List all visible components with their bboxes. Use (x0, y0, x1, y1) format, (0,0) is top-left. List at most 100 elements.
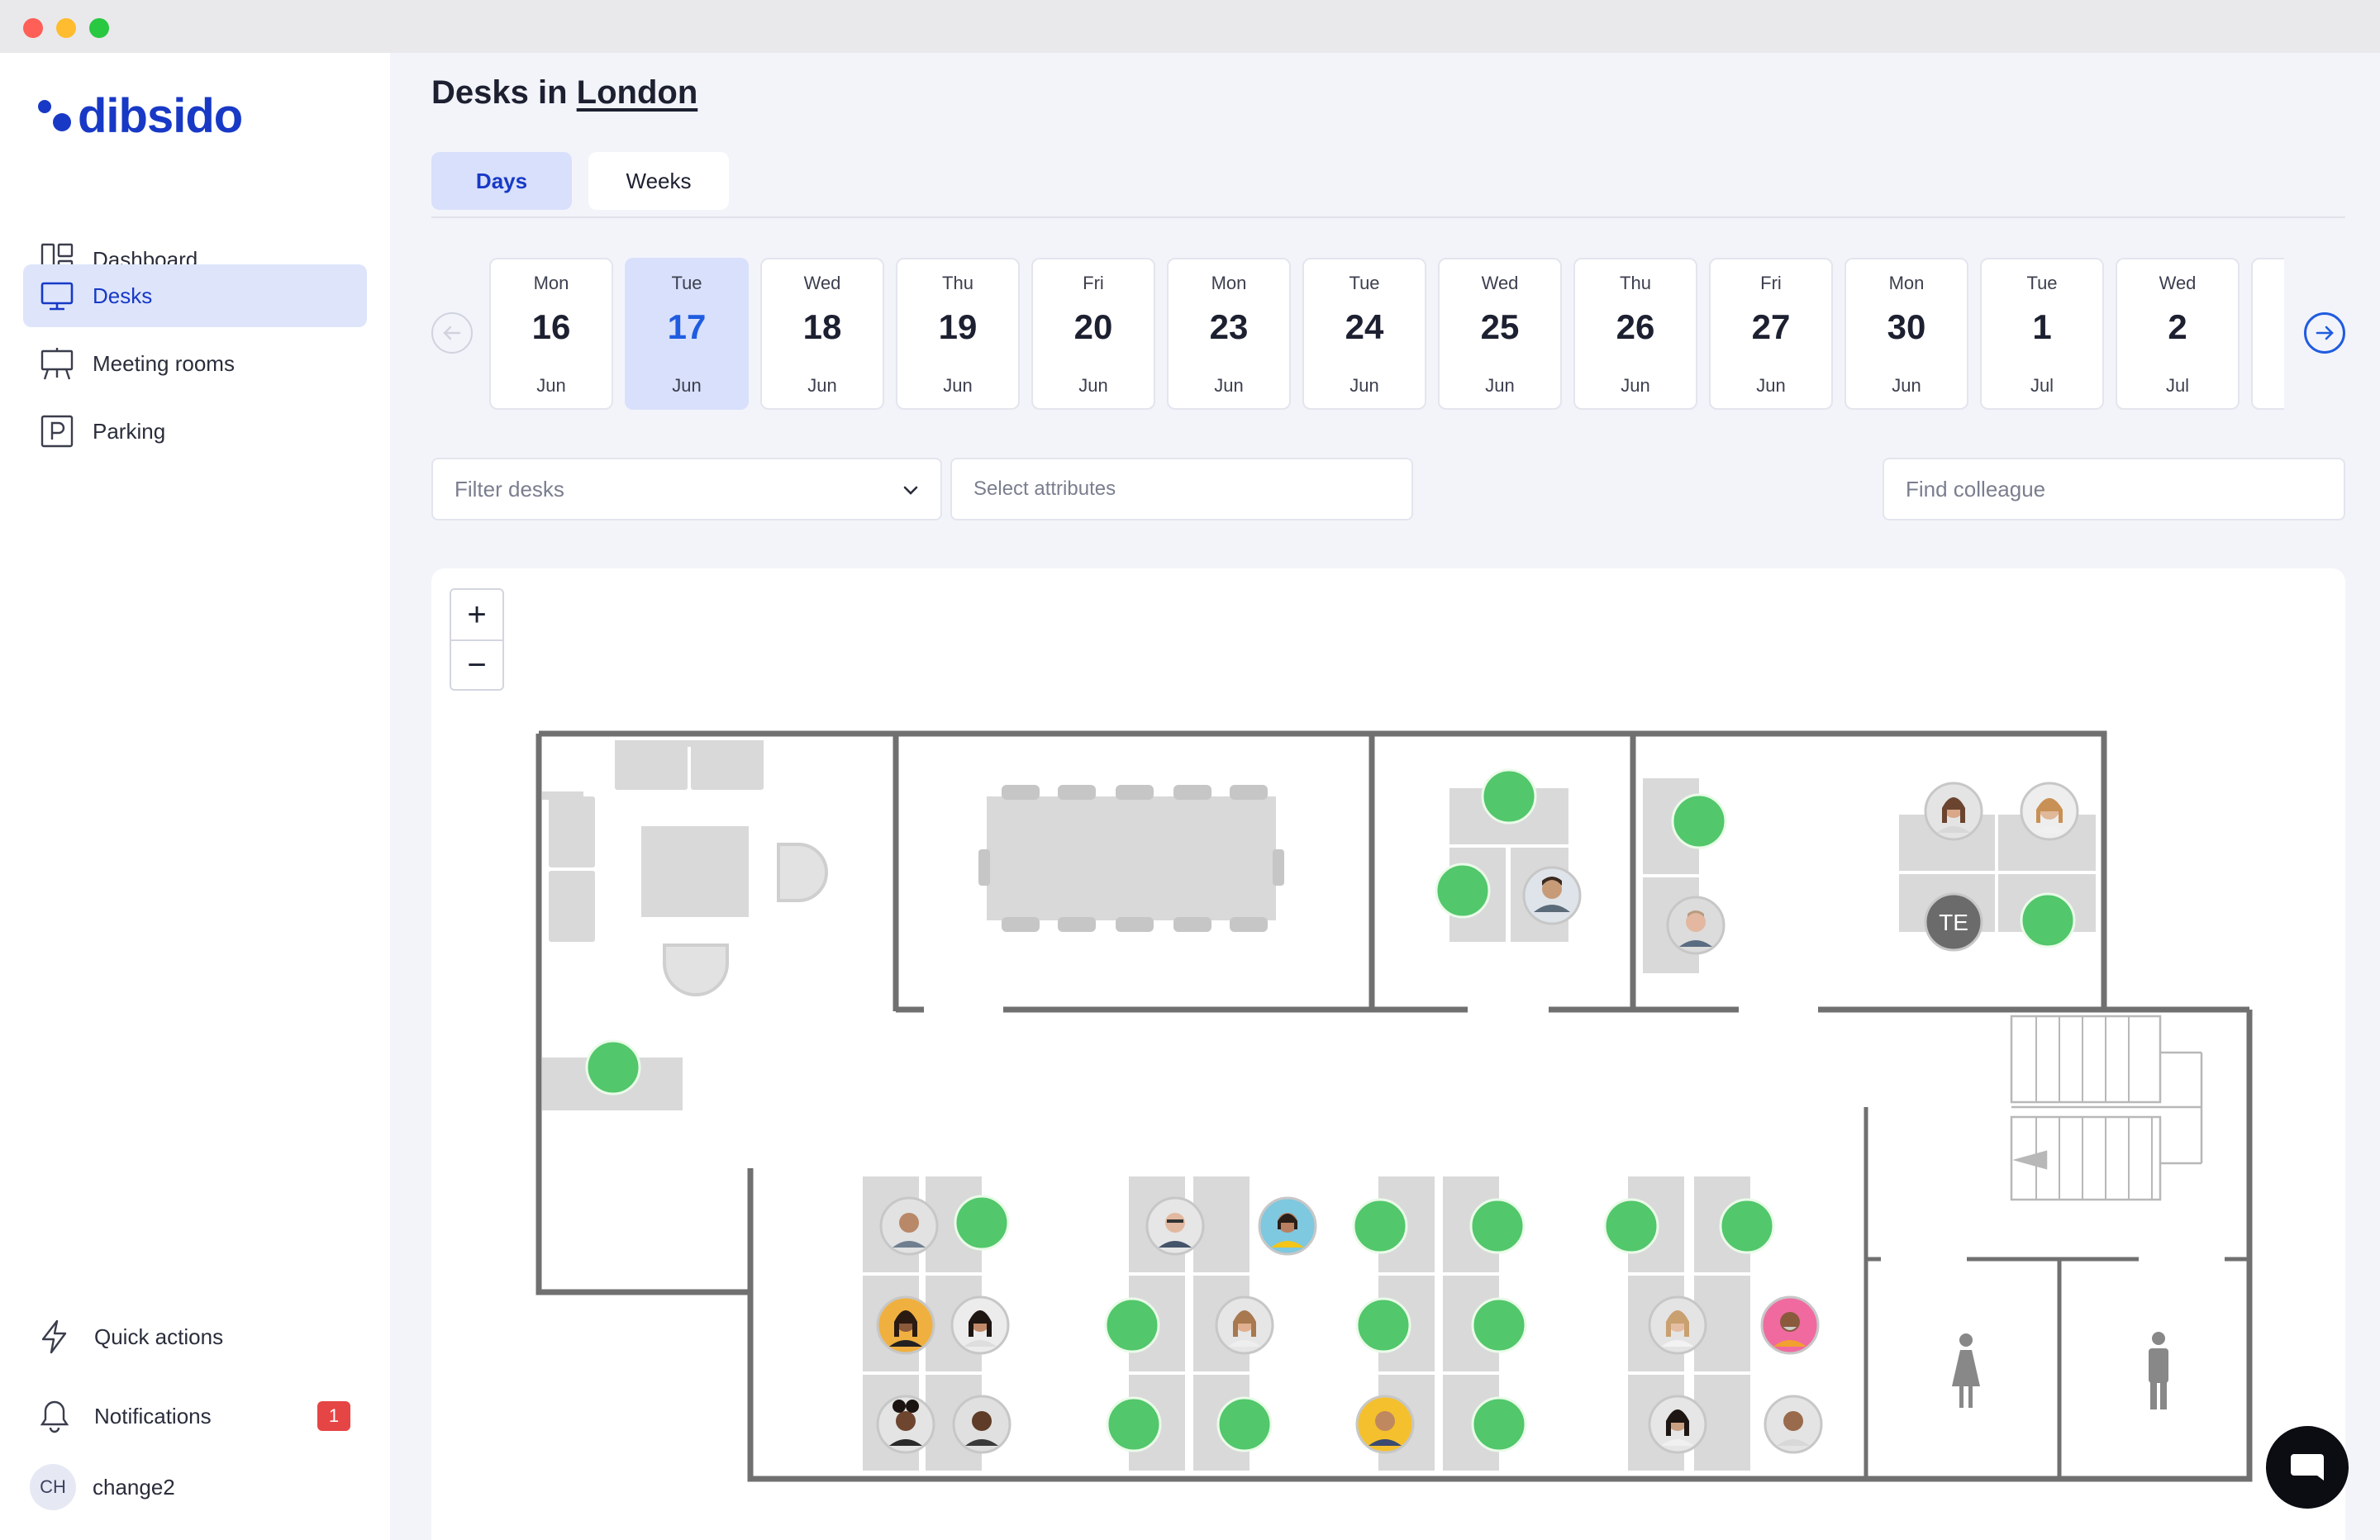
date-mon: Jun (536, 375, 566, 396)
date-dow: Thu (1620, 273, 1651, 293)
previous-dates-button[interactable] (431, 312, 473, 354)
avatar[interactable] (1764, 1395, 1823, 1454)
avatar[interactable] (1666, 896, 1726, 955)
avatar-initials-text: TE (1939, 910, 1968, 935)
app-logo[interactable]: dibsido (38, 83, 243, 149)
date-mon: Jun (807, 375, 837, 396)
date-mon: Jun (1485, 375, 1515, 396)
date-card[interactable]: Wed 25 Jun (1438, 258, 1562, 410)
find-colleague-input[interactable]: Find colleague (1883, 458, 2345, 520)
date-dow: Fri (1760, 273, 1782, 293)
avatar[interactable] (1355, 1395, 1415, 1454)
avatar: CH (30, 1464, 76, 1510)
female-restroom-icon (1952, 1333, 1980, 1408)
sidebar-item-desks[interactable]: Desks (23, 264, 367, 327)
filter-desks-placeholder: Filter desks (455, 476, 564, 501)
user-profile-button[interactable]: CH change2 (30, 1462, 367, 1512)
notifications-label: Notifications (94, 1403, 212, 1428)
date-num: 23 (1209, 307, 1249, 346)
floor-plan-map[interactable]: + − TE (431, 568, 2345, 1540)
floor-plan-drawing: TE (536, 730, 2253, 1482)
avatar[interactable] (2020, 782, 2079, 841)
date-num: 18 (802, 307, 842, 346)
date-card[interactable]: Wed 18 Jun (760, 258, 884, 410)
date-strip: Mon 16 Jun Tue 17 Jun Wed 18 Jun Thu 19 Jun Fri 20 Jun… (489, 258, 2284, 411)
find-colleague-placeholder: Find colleague (1906, 476, 2046, 501)
date-card[interactable]: Tue 17 Jun (625, 258, 749, 410)
chat-support-button[interactable] (2266, 1426, 2349, 1509)
avatar-initials[interactable]: TE (1924, 892, 1983, 952)
tab-days[interactable]: Days (431, 152, 572, 210)
date-dow: Mon (533, 273, 569, 293)
sidebar-item-label: Desks (93, 283, 153, 308)
avatar[interactable] (1648, 1395, 1707, 1454)
location-link[interactable]: London (577, 74, 698, 111)
date-num: 30 (1887, 307, 1926, 346)
next-dates-button[interactable] (2304, 312, 2345, 354)
furniture-layer (542, 740, 2096, 1471)
filter-desks-select[interactable]: Filter desks (431, 458, 942, 520)
date-mon: Jun (672, 375, 702, 396)
date-mon: Jun (1078, 375, 1108, 396)
stairs (2010, 1015, 2203, 1201)
window-maximize-button[interactable] (89, 18, 109, 38)
date-num: 1 (2032, 307, 2052, 346)
select-attributes-field[interactable]: Select attributes (950, 458, 1413, 520)
date-num: 26 (1616, 307, 1655, 346)
avatar[interactable] (950, 1295, 1010, 1355)
date-mon: Jul (2165, 375, 2190, 396)
date-num: 2 (2168, 307, 2187, 346)
sidebar-item-meeting-rooms[interactable]: Meeting rooms (23, 332, 367, 395)
date-card[interactable]: Mon 30 Jun (1844, 258, 1968, 410)
date-card[interactable]: Tue 1 Jul (1980, 258, 2104, 410)
lightning-icon (36, 1319, 73, 1355)
tabs-divider (431, 216, 2345, 218)
avatar[interactable] (1648, 1295, 1707, 1355)
date-dow: Mon (1888, 273, 1925, 293)
avatar[interactable] (1924, 782, 1983, 841)
date-mon: Jun (1892, 375, 1921, 396)
date-num: 25 (1480, 307, 1520, 346)
avatar[interactable] (1258, 1196, 1317, 1256)
date-dow: Wed (1481, 273, 1519, 293)
parking-icon (40, 414, 74, 449)
window-titlebar (0, 0, 2380, 53)
main-content: Desks in London Days Weeks Mon 16 Jun Tue 17… (390, 53, 2380, 1540)
chevron-down-icon (903, 486, 918, 495)
window-minimize-button[interactable] (56, 18, 76, 38)
avatar[interactable] (876, 1295, 935, 1355)
date-card[interactable]: Thu 19 Jun (896, 258, 1020, 410)
date-card[interactable]: Wed 2 Jul (2116, 258, 2240, 410)
male-restroom-icon (2149, 1332, 2168, 1409)
tab-weeks[interactable]: Weeks (588, 152, 729, 210)
avatar[interactable] (876, 1395, 935, 1454)
date-dow: Wed (2159, 273, 2197, 293)
date-card[interactable]: Thu 26 Jun (1573, 258, 1697, 410)
quick-actions-button[interactable]: Quick actions (36, 1312, 367, 1362)
date-card[interactable]: Fri 20 Jun (1031, 258, 1155, 410)
date-card[interactable]: Fri 27 Jun (1709, 258, 1833, 410)
quick-actions-label: Quick actions (94, 1324, 224, 1349)
date-card[interactable]: Tue 24 Jun (1302, 258, 1426, 410)
date-card-overflow[interactable] (2251, 258, 2284, 410)
bell-icon (36, 1398, 73, 1434)
window-close-button[interactable] (23, 18, 43, 38)
date-num: 20 (1073, 307, 1113, 346)
avatar[interactable] (952, 1395, 1011, 1454)
avatar[interactable] (1215, 1295, 1274, 1355)
notifications-count-badge: 1 (317, 1401, 350, 1431)
sidebar: dibsido Dashboard Desks Meeting rooms Pa… (0, 53, 390, 1540)
page-title-prefix: Desks in (431, 74, 568, 111)
sidebar-item-parking[interactable]: Parking (23, 400, 367, 463)
logo-text: dibsido (78, 88, 243, 143)
avatar[interactable] (1145, 1196, 1205, 1256)
user-name: change2 (93, 1474, 175, 1500)
date-card[interactable]: Mon 16 Jun (489, 258, 613, 410)
avatar[interactable] (879, 1196, 939, 1256)
avatar[interactable] (1760, 1295, 1820, 1355)
sidebar-item-label: Parking (93, 418, 166, 444)
avatar[interactable] (1522, 866, 1582, 925)
page-title: Desks in London (431, 74, 697, 112)
notifications-button[interactable]: Notifications 1 (36, 1391, 367, 1441)
date-card[interactable]: Mon 23 Jun (1167, 258, 1291, 410)
